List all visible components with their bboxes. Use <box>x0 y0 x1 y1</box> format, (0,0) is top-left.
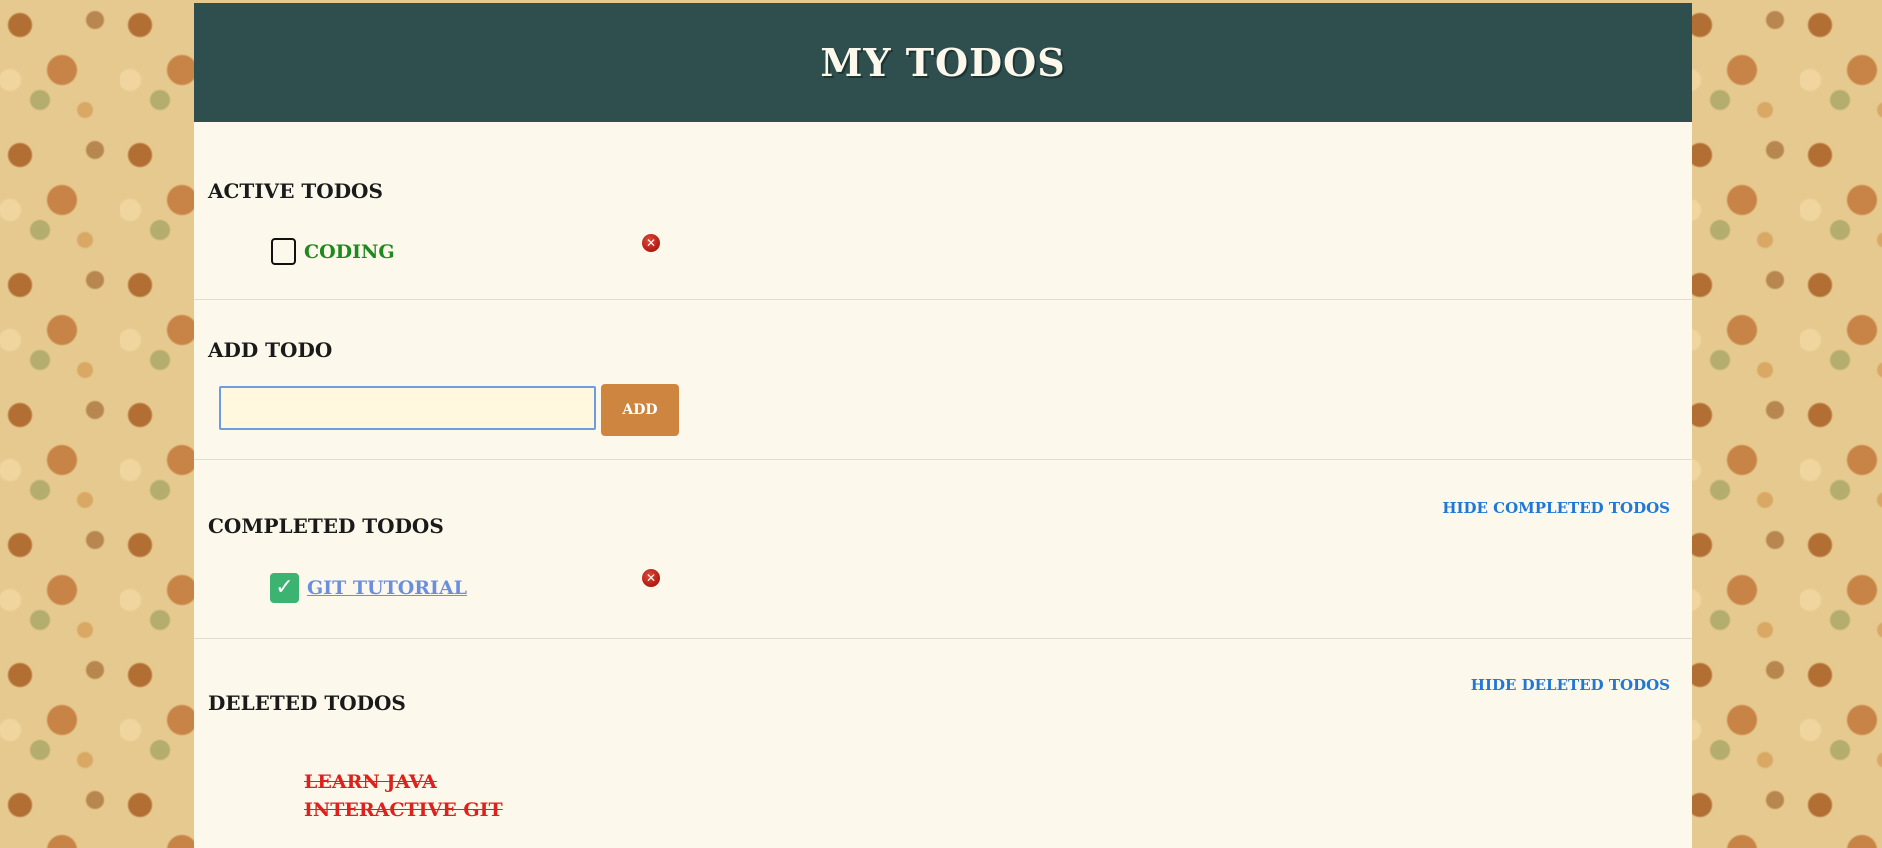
page-title: MY TODOS <box>820 40 1066 85</box>
delete-icon[interactable]: ✕ <box>642 234 660 252</box>
todo-label: GIT TUTORIAL <box>307 577 468 599</box>
new-todo-input[interactable] <box>219 386 596 430</box>
app-header: MY TODOS <box>194 3 1692 122</box>
hide-completed-link[interactable]: HIDE COMPLETED TODOS <box>1442 499 1670 517</box>
add-todo-heading: ADD TODO <box>208 338 333 362</box>
deleted-todos-heading: DELETED TODOS <box>208 691 406 715</box>
active-todos-section: ACTIVE TODOS CODING ✕ <box>194 122 1692 300</box>
todo-app: MY TODOS ACTIVE TODOS CODING ✕ ADD TODO … <box>194 3 1692 848</box>
todo-label: CODING <box>304 241 395 263</box>
todo-checkbox[interactable] <box>271 238 296 265</box>
completed-todos-section: COMPLETED TODOS HIDE COMPLETED TODOS ✓ G… <box>194 460 1692 639</box>
add-todo-section: ADD TODO ADD <box>194 300 1692 460</box>
hide-deleted-link[interactable]: HIDE DELETED TODOS <box>1471 676 1670 694</box>
active-todos-heading: ACTIVE TODOS <box>208 179 383 203</box>
deleted-todo-label: LEARN JAVA <box>304 771 437 793</box>
deleted-todos-section: DELETED TODOS HIDE DELETED TODOS LEARN J… <box>194 639 1692 848</box>
add-button[interactable]: ADD <box>601 384 679 436</box>
delete-icon[interactable]: ✕ <box>642 569 660 587</box>
todo-checkbox-checked[interactable]: ✓ <box>270 573 299 603</box>
checkmark-icon: ✓ <box>275 575 294 600</box>
deleted-todo-label: INTERACTIVE GIT <box>304 799 503 821</box>
completed-todos-heading: COMPLETED TODOS <box>208 514 444 538</box>
